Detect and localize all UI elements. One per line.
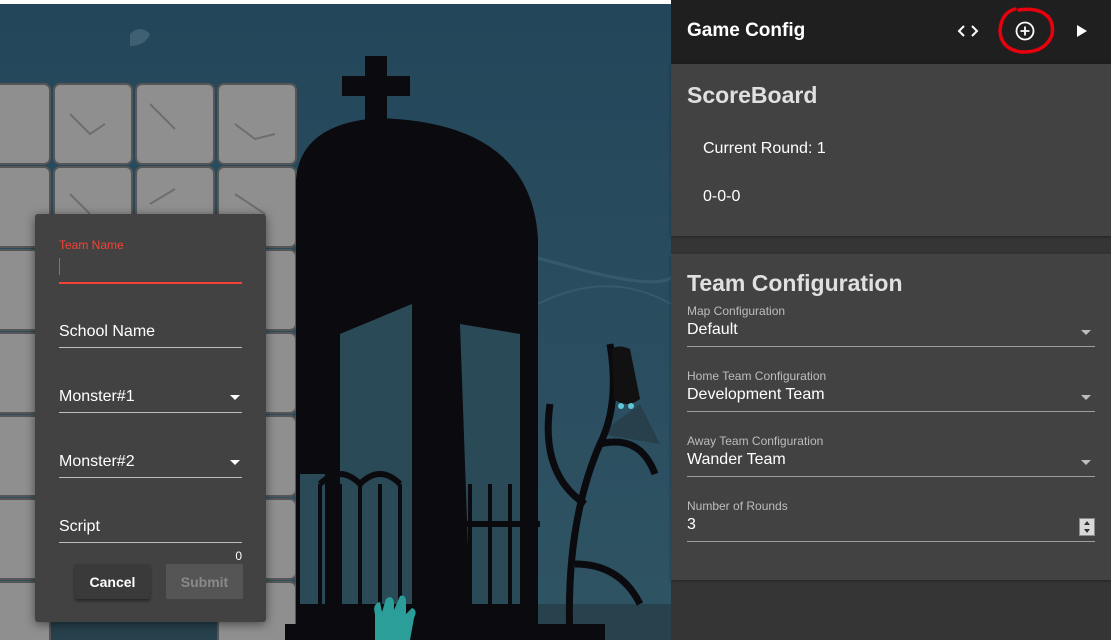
rounds-label: Number of Rounds xyxy=(687,499,788,513)
rounds-underline xyxy=(687,541,1095,542)
monster2-placeholder: Monster#2 xyxy=(59,453,135,470)
team-name-field[interactable]: Team Name xyxy=(59,238,242,284)
app-bar: Game Config xyxy=(671,0,1111,64)
home-team-value: Development Team xyxy=(687,386,825,403)
monster2-select[interactable]: Monster#2 xyxy=(59,452,242,478)
team-config-title: Team Configuration xyxy=(687,270,903,296)
away-team-label: Away Team Configuration xyxy=(687,434,824,448)
chevron-down-icon xyxy=(1081,330,1091,335)
script-field[interactable]: Script xyxy=(59,517,242,543)
away-team-select[interactable]: Away Team Configuration Wander Team xyxy=(687,434,1095,480)
chevron-down-icon xyxy=(1081,460,1091,465)
score-text: 0-0-0 xyxy=(703,188,741,205)
chevron-down-icon xyxy=(1081,395,1091,400)
monster1-underline xyxy=(59,412,242,413)
map-config-underline xyxy=(687,346,1095,347)
app-root: Team Name School Name Monster#1 Monster#… xyxy=(0,0,1111,640)
map-config-value: Default xyxy=(687,321,738,338)
config-panel: Game Config ScoreBoard Current Round: 1 … xyxy=(671,0,1111,640)
monster1-placeholder: Monster#1 xyxy=(59,388,135,405)
away-team-value: Wander Team xyxy=(687,451,786,468)
add-circle-icon[interactable] xyxy=(1010,16,1040,46)
number-spinner[interactable] xyxy=(1079,518,1095,536)
text-cursor xyxy=(59,258,60,275)
away-team-underline xyxy=(687,476,1095,477)
map-config-label: Map Configuration xyxy=(687,304,786,318)
team-form-dialog: Team Name School Name Monster#1 Monster#… xyxy=(35,214,266,622)
map-config-select[interactable]: Map Configuration Default xyxy=(687,304,1095,350)
home-team-label: Home Team Configuration xyxy=(687,369,827,383)
script-char-counter: 0 xyxy=(235,549,242,563)
submit-button[interactable]: Submit xyxy=(166,564,243,599)
spinner-up-icon[interactable] xyxy=(1084,521,1090,525)
app-bar-title: Game Config xyxy=(687,20,806,41)
school-name-field[interactable]: School Name xyxy=(59,322,242,348)
home-team-select[interactable]: Home Team Configuration Development Team xyxy=(687,369,1095,415)
script-placeholder: Script xyxy=(59,518,100,535)
team-name-label: Team Name xyxy=(59,238,124,252)
chevron-down-icon xyxy=(230,395,240,400)
home-team-underline xyxy=(687,411,1095,412)
script-underline xyxy=(59,542,242,543)
chevron-down-icon xyxy=(230,460,240,465)
cancel-button[interactable]: Cancel xyxy=(75,564,150,599)
rounds-number-input[interactable]: Number of Rounds 3 xyxy=(687,499,1095,545)
school-name-underline xyxy=(59,347,242,348)
scoreboard-card: ScoreBoard Current Round: 1 0-0-0 xyxy=(671,64,1111,236)
spinner-down-icon[interactable] xyxy=(1084,529,1090,533)
team-config-card: Team Configuration Map Configuration Def… xyxy=(671,254,1111,580)
scoreboard-title: ScoreBoard xyxy=(687,82,818,108)
rounds-value[interactable]: 3 xyxy=(687,516,696,534)
monster1-select[interactable]: Monster#1 xyxy=(59,387,242,413)
team-name-underline xyxy=(59,282,242,284)
current-round-text: Current Round: 1 xyxy=(703,140,826,157)
school-name-placeholder: School Name xyxy=(59,323,156,340)
play-icon[interactable] xyxy=(1067,16,1097,46)
monster2-underline xyxy=(59,477,242,478)
code-icon[interactable] xyxy=(953,16,983,46)
